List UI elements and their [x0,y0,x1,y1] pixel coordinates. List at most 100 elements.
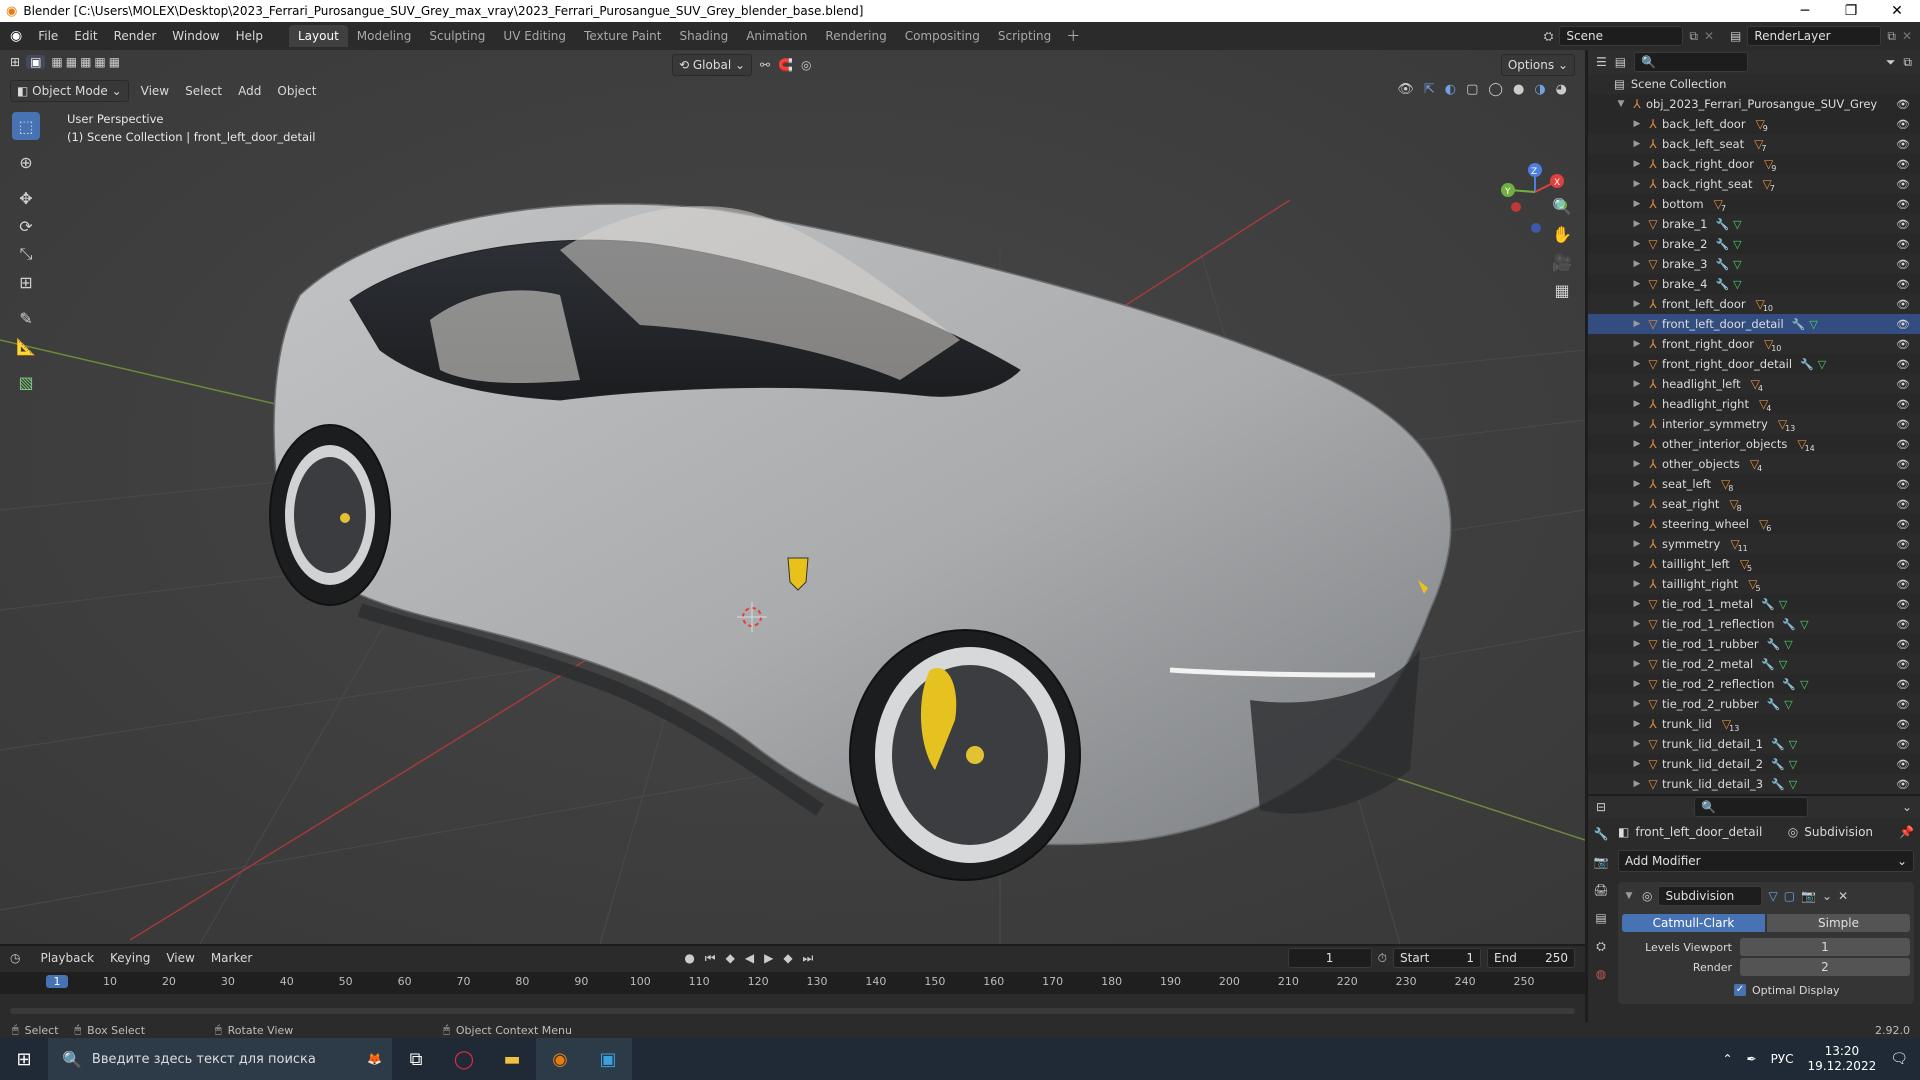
eye-icon[interactable]: 👁 [1896,138,1910,151]
pan-hand-icon[interactable]: ✋ [1548,220,1576,248]
chevron-right-icon[interactable]: ▶ [1630,179,1644,189]
eye-icon[interactable]: 👁 [1896,358,1910,371]
outliner-item[interactable]: ▶ ⅄ taillight_left ▽ 5 👁 [1588,554,1920,574]
chevron-right-icon[interactable]: ▶ [1630,479,1644,489]
blender-menu-icon[interactable]: ◉ [10,28,22,44]
tab-layout[interactable]: Layout [288,25,348,47]
ortho-grid-icon[interactable]: ▦ [1548,276,1576,304]
mesh-data-icon[interactable]: ▽ [1809,318,1817,331]
chevron-right-icon[interactable]: ▶ [1630,619,1644,629]
eye-icon[interactable]: 👁 [1896,658,1910,671]
next-key-icon[interactable]: ◆ [783,951,792,965]
optimal-display-checkbox[interactable]: ✓ [1734,984,1746,996]
tab-uv-editing[interactable]: UV Editing [494,25,575,47]
view-layer-tab-icon[interactable]: ▤ [1588,904,1614,932]
move-tool-icon[interactable]: ✥ [12,184,40,212]
pen-icon[interactable]: ✒ [1747,1052,1757,1066]
outliner-item[interactable]: ▶ ⅄ steering_wheel ▽ 6 👁 [1588,514,1920,534]
outliner-item[interactable]: ▶ ▽ front_right_door_detail 🔧 ▽ 👁 [1588,354,1920,374]
outliner-item[interactable]: ▶ ⅄ symmetry ▽ 11 👁 [1588,534,1920,554]
eye-icon[interactable]: 👁 [1896,698,1910,711]
outliner-item[interactable]: ▶ ▽ tie_rod_1_rubber 🔧 ▽ 👁 [1588,634,1920,654]
collection-row[interactable]: ▼ ⅄ obj_2023_Ferrari_Purosangue_SUV_Grey… [1588,94,1920,114]
editor-type-icon[interactable]: ⊞ [10,55,20,69]
outliner-editor-icon[interactable]: ☰ [1596,55,1607,69]
chevron-right-icon[interactable]: ▶ [1630,719,1644,729]
chevron-right-icon[interactable]: ▶ [1630,119,1644,129]
chevron-down-icon[interactable]: ⌄ [1902,800,1912,814]
photos-icon[interactable]: ▣ [584,1038,632,1080]
eye-icon[interactable]: 👁 [1896,758,1910,771]
outliner-search[interactable]: 🔍 [1634,52,1749,72]
chevron-right-icon[interactable]: ▶ [1630,499,1644,509]
render-tab-icon[interactable]: 📷 [1588,848,1614,876]
renderlayer-field[interactable]: RenderLayer [1747,26,1882,46]
wireframe-shading-icon[interactable]: ◯ [1488,82,1503,97]
eye-icon[interactable]: 👁 [1896,618,1910,631]
eye-icon[interactable]: 👁 [1896,418,1910,431]
scale-tool-icon[interactable]: ⤡ [12,240,40,268]
modifier-wrench-icon[interactable]: 🔧 [1800,358,1814,371]
overlay-toggle-icon[interactable]: ◐ [1445,82,1456,97]
cursor-tool-icon[interactable]: ⊕ [12,148,40,176]
eye-icon[interactable]: 👁 [1896,158,1910,171]
tab-shading[interactable]: Shading [670,25,737,47]
eye-icon[interactable]: 👁 [1896,638,1910,651]
outliner-item[interactable]: ▶ ▽ trunk_lid_detail_3 🔧 ▽ 👁 [1588,774,1920,794]
eye-icon[interactable]: 👁 [1896,578,1910,591]
eye-icon[interactable]: 👁 [1896,458,1910,471]
record-icon[interactable]: ● [684,951,694,965]
outliner-item[interactable]: ▶ ⅄ headlight_left ▽ 4 👁 [1588,374,1920,394]
mesh-data-icon[interactable]: ▽ [1784,638,1792,651]
viewport-menu-view[interactable]: View [133,84,177,98]
pin-icon[interactable]: 📌 [1899,825,1914,839]
eye-icon[interactable]: 👁 [1896,538,1910,551]
prev-key-icon[interactable]: ◆ [726,951,735,965]
modifier-wrench-icon[interactable]: 🔧 [1715,238,1729,251]
outliner-item[interactable]: ▶ ⅄ back_right_seat ▽ 7 👁 [1588,174,1920,194]
chevron-down-icon[interactable]: ⌄ [1822,889,1832,903]
play-icon[interactable]: ▶ [764,951,773,965]
renderlayer-icon[interactable]: ▤ [1730,29,1741,43]
measure-tool-icon[interactable]: 📐 [12,332,40,360]
file-explorer-icon[interactable]: ▬ [488,1038,536,1080]
chevron-right-icon[interactable]: ▶ [1630,259,1644,269]
add-cube-tool-icon[interactable]: ▧ [12,368,40,396]
clock[interactable]: 13:20 19.12.2022 [1808,1044,1877,1074]
outliner-item[interactable]: ▶ ⅄ taillight_right ▽ 5 👁 [1588,574,1920,594]
solid-shading-icon[interactable]: ● [1513,82,1524,97]
eye-icon[interactable]: 👁 [1896,258,1910,271]
taskbar-search[interactable]: 🔍 Введите здесь текст для поиска 🦊 [48,1038,392,1080]
chevron-right-icon[interactable]: ▶ [1630,679,1644,689]
chevron-down-icon[interactable]: ▼ [1614,99,1628,109]
add-workspace-icon[interactable]: ＋ [1066,26,1080,46]
viewport-toggle-icon[interactable]: ▢ [1784,889,1795,903]
outliner-item[interactable]: ▶ ⅄ other_interior_objects ▽ 14 👁 [1588,434,1920,454]
3d-viewport[interactable]: Z X Y ⊞ ▣ ▦▦▦▦▦ ⟲ Global ⌄ ⚯ 🧲 ◎ Options… [0,50,1585,944]
close-icon[interactable]: ✕ [1838,889,1848,903]
outliner-item[interactable]: ▶ ▽ tie_rod_2_metal 🔧 ▽ 👁 [1588,654,1920,674]
delete-scene-icon[interactable]: ✕ [1704,29,1714,43]
task-view-icon[interactable]: ⧉ [392,1038,440,1080]
delete-layer-icon[interactable]: ✕ [1902,29,1912,43]
jump-end-icon[interactable]: ⏭ [803,951,814,966]
menu-window[interactable]: Window [164,29,227,43]
outliner-item[interactable]: ▶ ▽ trunk_lid_detail_1 🔧 ▽ 👁 [1588,734,1920,754]
mesh-data-icon[interactable]: ▽ [1800,678,1808,691]
chevron-right-icon[interactable]: ▶ [1630,759,1644,769]
chevron-right-icon[interactable]: ▶ [1630,659,1644,669]
current-frame-field[interactable]: 1 [1287,948,1372,968]
scene-icon[interactable]: ⛭ [1544,29,1554,44]
chevron-right-icon[interactable]: ▶ [1630,599,1644,609]
eye-icon[interactable]: 👁 [1896,518,1910,531]
modifier-wrench-icon[interactable]: 🔧 [1771,758,1785,771]
mesh-data-icon[interactable]: ▽ [1800,618,1808,631]
outliner-item[interactable]: ▶ ▽ brake_4 🔧 ▽ 👁 [1588,274,1920,294]
tab-compositing[interactable]: Compositing [896,25,989,47]
select-tool-icon[interactable]: ⬚ [12,112,40,140]
viewport-menu-object[interactable]: Object [269,84,324,98]
eye-icon[interactable]: 👁 [1896,778,1910,791]
minimize-icon[interactable]: ─ [1782,3,1828,19]
mode-dropdown[interactable]: ◧ Object Mode ⌄ [10,80,129,102]
modifier-wrench-icon[interactable]: 🔧 [1792,318,1806,331]
